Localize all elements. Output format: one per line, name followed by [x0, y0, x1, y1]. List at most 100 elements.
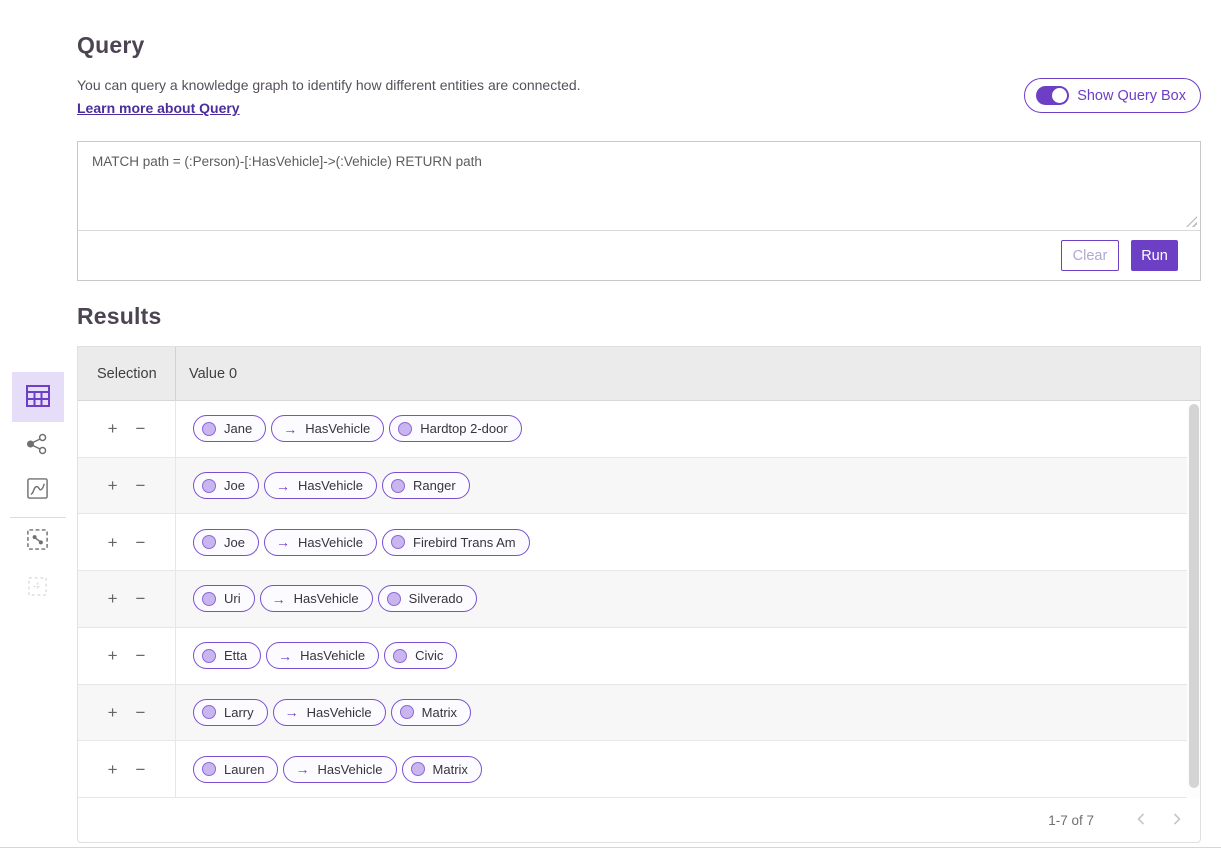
toggle-switch-icon[interactable]: [1036, 86, 1069, 105]
collapse-row-button[interactable]: −: [134, 418, 148, 439]
table-scrollbar-thumb[interactable]: [1189, 404, 1199, 788]
sidebar-item-map-view[interactable]: [23, 527, 51, 555]
node-circle-icon: [202, 535, 216, 549]
node-pill-target[interactable]: Firebird Trans Am: [382, 529, 530, 556]
node-pill-source[interactable]: Lauren: [193, 756, 278, 783]
next-page-button[interactable]: [1168, 808, 1186, 833]
sidebar-item-chart-view[interactable]: [23, 476, 51, 504]
expand-row-button[interactable]: +: [106, 475, 120, 496]
table-row: + − Uri → HasVehicle Silverado: [78, 571, 1200, 628]
edge-arrow-icon: →: [283, 422, 297, 436]
show-query-box-toggle[interactable]: Show Query Box: [1024, 78, 1201, 113]
node-pill-target[interactable]: Silverado: [378, 585, 477, 612]
table-scrollbar-track[interactable]: [1187, 401, 1200, 798]
node-circle-icon: [393, 649, 407, 663]
node-circle-icon: [391, 479, 405, 493]
node-label: Firebird Trans Am: [413, 535, 516, 550]
query-panel: MATCH path = (:Person)-[:HasVehicle]->(:…: [77, 141, 1201, 281]
sidebar-item-graph-view[interactable]: [23, 431, 51, 459]
node-circle-icon: [391, 535, 405, 549]
expand-row-button[interactable]: +: [106, 645, 120, 666]
node-pill-source[interactable]: Larry: [193, 699, 268, 726]
node-pill-target[interactable]: Matrix: [391, 699, 471, 726]
expand-row-button[interactable]: +: [106, 702, 120, 723]
sidebar-divider: [10, 517, 66, 518]
table-row: + − Jane → HasVehicle Hardtop 2-door: [78, 401, 1200, 458]
node-pill-source[interactable]: Jane: [193, 415, 266, 442]
collapse-row-button[interactable]: −: [134, 645, 148, 666]
edge-pill[interactable]: → HasVehicle: [266, 642, 379, 669]
node-label: Joe: [224, 478, 245, 493]
node-label: Ranger: [413, 478, 456, 493]
value-cell: Etta → HasVehicle Civic: [176, 628, 1200, 684]
node-pill-target[interactable]: Hardtop 2-door: [389, 415, 521, 442]
sidebar-item-expand-view: [26, 577, 48, 599]
table-body-rows: + − Jane → HasVehicle Hardtop 2-door + −: [78, 401, 1200, 798]
table-row: + − Joe → HasVehicle Firebird Trans Am: [78, 514, 1200, 571]
node-pill-source[interactable]: Joe: [193, 529, 259, 556]
value-cell: Jane → HasVehicle Hardtop 2-door: [176, 401, 1200, 457]
edge-pill[interactable]: → HasVehicle: [283, 756, 396, 783]
collapse-row-button[interactable]: −: [134, 702, 148, 723]
edge-label: HasVehicle: [307, 705, 372, 720]
edge-pill[interactable]: → HasVehicle: [264, 472, 377, 499]
query-input[interactable]: MATCH path = (:Person)-[:HasVehicle]->(:…: [78, 142, 1200, 230]
node-pill-target[interactable]: Matrix: [402, 756, 482, 783]
value-cell: Uri → HasVehicle Silverado: [176, 571, 1200, 627]
edge-pill[interactable]: → HasVehicle: [271, 415, 384, 442]
collapse-row-button[interactable]: −: [134, 532, 148, 553]
expand-row-button[interactable]: +: [106, 532, 120, 553]
table-footer: 1-7 of 7: [78, 798, 1200, 842]
edge-label: HasVehicle: [298, 535, 363, 550]
collapse-row-button[interactable]: −: [134, 475, 148, 496]
node-pill-source[interactable]: Joe: [193, 472, 259, 499]
node-circle-icon: [202, 479, 216, 493]
chevron-left-icon: [1136, 812, 1146, 829]
page-bottom-divider: [0, 847, 1221, 848]
expand-row-button[interactable]: +: [106, 418, 120, 439]
learn-more-link[interactable]: Learn more about Query: [77, 100, 240, 116]
node-circle-icon: [202, 422, 216, 436]
prev-page-button[interactable]: [1132, 808, 1150, 833]
column-header-selection: Selection: [78, 347, 176, 400]
clear-button[interactable]: Clear: [1061, 240, 1119, 271]
node-label: Joe: [224, 535, 245, 550]
collapse-row-button[interactable]: −: [134, 588, 148, 609]
edge-pill[interactable]: → HasVehicle: [273, 699, 386, 726]
node-label: Etta: [224, 648, 247, 663]
edge-pill[interactable]: → HasVehicle: [264, 529, 377, 556]
table-row: + − Larry → HasVehicle Matrix: [78, 685, 1200, 742]
node-pill-target[interactable]: Civic: [384, 642, 457, 669]
chart-view-icon: [26, 477, 49, 503]
results-table: Selection Value 0 + − Jane → HasVehicle …: [77, 346, 1201, 843]
node-pill-source[interactable]: Uri: [193, 585, 255, 612]
value-cell: Joe → HasVehicle Firebird Trans Am: [176, 514, 1200, 570]
edge-arrow-icon: →: [272, 592, 286, 606]
node-label: Civic: [415, 648, 443, 663]
edge-arrow-icon: →: [285, 705, 299, 719]
value-cell: Joe → HasVehicle Ranger: [176, 458, 1200, 514]
node-label: Hardtop 2-door: [420, 421, 507, 436]
node-circle-icon: [398, 422, 412, 436]
run-button[interactable]: Run: [1131, 240, 1178, 271]
table-row: + − Etta → HasVehicle Civic: [78, 628, 1200, 685]
pagination-range-label: 1-7 of 7: [1048, 813, 1094, 828]
node-pill-source[interactable]: Etta: [193, 642, 261, 669]
collapse-row-button[interactable]: −: [134, 759, 148, 780]
node-label: Matrix: [433, 762, 468, 777]
map-view-icon: [26, 528, 49, 554]
edge-arrow-icon: →: [276, 479, 290, 493]
expand-row-button[interactable]: +: [106, 759, 120, 780]
node-circle-icon: [411, 762, 425, 776]
expand-row-button[interactable]: +: [106, 588, 120, 609]
edge-pill[interactable]: → HasVehicle: [260, 585, 373, 612]
table-header-row: Selection Value 0: [78, 347, 1200, 401]
selection-cell: + −: [78, 458, 176, 514]
node-label: Jane: [224, 421, 252, 436]
node-label: Larry: [224, 705, 254, 720]
table-row: + − Joe → HasVehicle Ranger: [78, 458, 1200, 515]
node-pill-target[interactable]: Ranger: [382, 472, 470, 499]
edge-label: HasVehicle: [317, 762, 382, 777]
table-view-icon: [25, 384, 51, 411]
sidebar-item-table-view[interactable]: [12, 372, 64, 422]
